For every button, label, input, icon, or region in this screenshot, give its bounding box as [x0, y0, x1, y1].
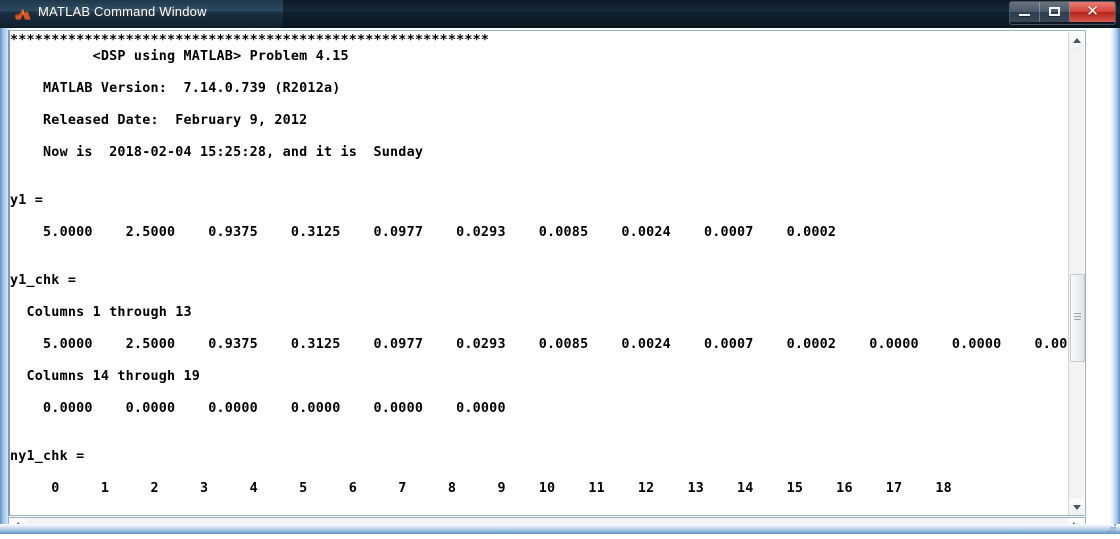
desktop-background: MATLAB Command Window ✕ ****************…: [0, 0, 1120, 534]
close-icon: ✕: [1086, 3, 1099, 20]
title-bar[interactable]: MATLAB Command Window ✕: [0, 0, 1120, 28]
scrollbar-grip-icon: [1074, 313, 1081, 320]
minimize-button[interactable]: [1010, 2, 1040, 22]
window-frame-right-edge: [1110, 28, 1120, 534]
maximize-icon: [1049, 7, 1060, 16]
console-text: ****************************************…: [10, 33, 1070, 496]
matlab-membrane-icon: [14, 5, 32, 23]
vertical-scrollbar[interactable]: [1068, 32, 1085, 515]
minimize-icon: [1019, 14, 1030, 16]
command-window-text-area[interactable]: ****************************************…: [10, 31, 1070, 515]
scroll-down-button[interactable]: [1069, 499, 1084, 515]
window-title: MATLAB Command Window: [38, 4, 207, 19]
window-frame: ****************************************…: [0, 28, 1120, 534]
scroll-up-button[interactable]: [1069, 32, 1084, 49]
triangle-up-icon: [1073, 38, 1081, 43]
close-button[interactable]: ✕: [1070, 2, 1115, 22]
vertical-scrollbar-thumb[interactable]: [1070, 274, 1085, 362]
maximize-button[interactable]: [1040, 2, 1070, 22]
window-frame-bottom-edge: [0, 524, 1120, 534]
matlab-command-window: MATLAB Command Window ✕ ****************…: [0, 0, 1120, 534]
resize-grip-icon[interactable]: [1106, 521, 1118, 533]
triangle-down-icon: [1073, 505, 1081, 510]
window-controls: ✕: [1009, 1, 1116, 25]
command-window-output[interactable]: ****************************************…: [8, 30, 1086, 516]
